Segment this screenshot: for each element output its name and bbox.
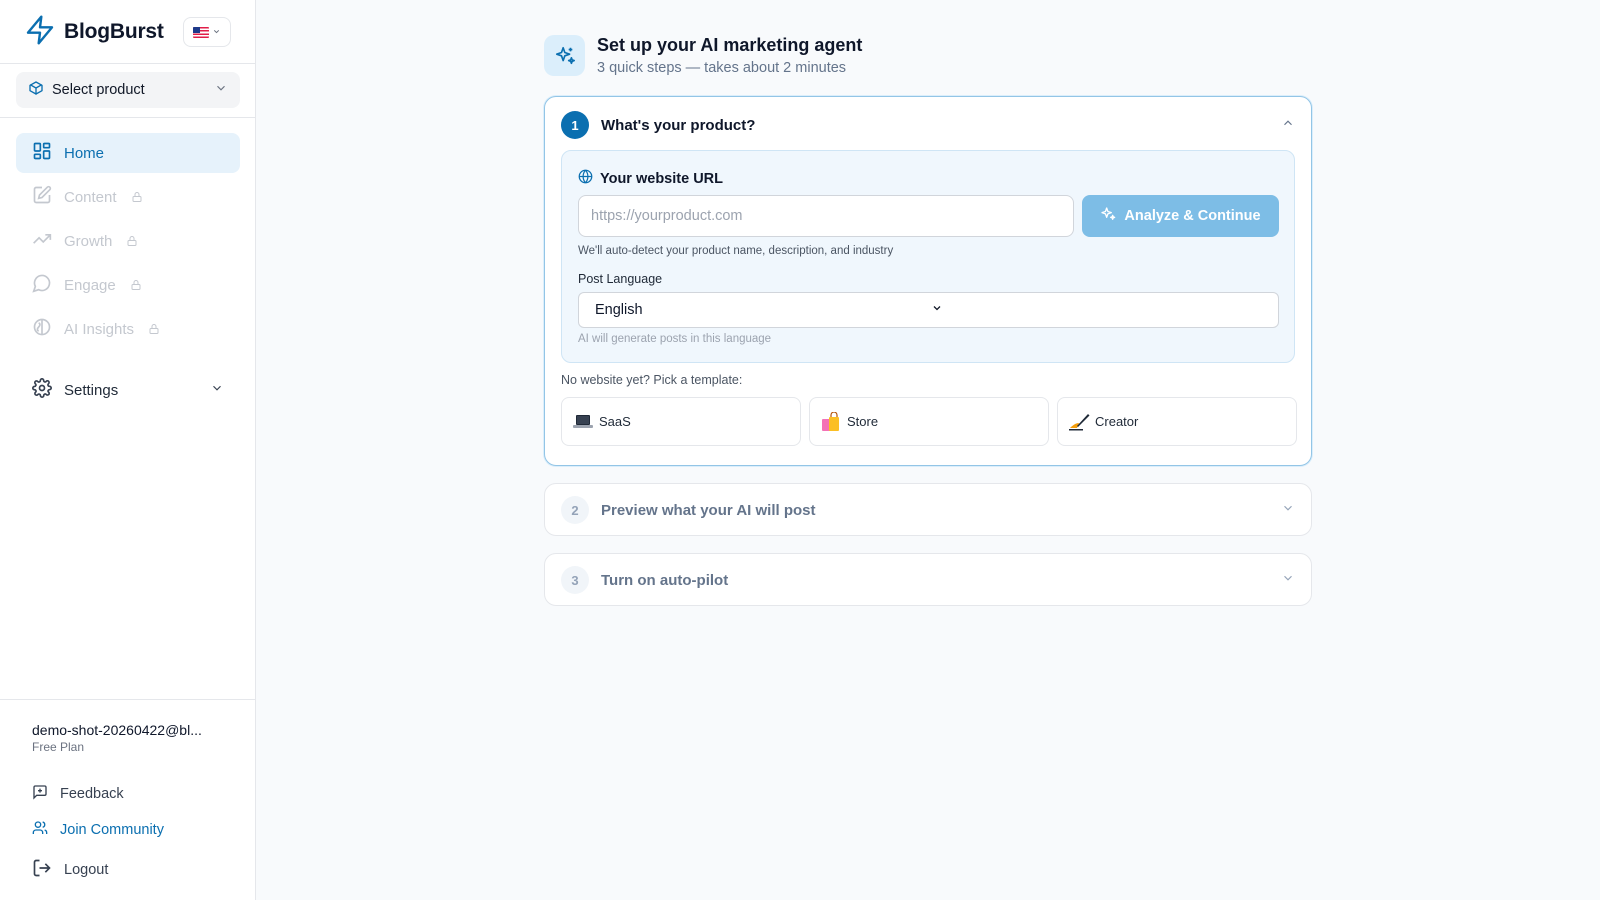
url-hint: We'll auto-detect your product name, des… <box>578 245 894 257</box>
step-title: Preview what your AI will post <box>601 501 816 519</box>
account-plan: Free Plan <box>32 740 85 754</box>
step-title: Turn on auto-pilot <box>601 571 729 589</box>
step-title: What's your product? <box>601 116 756 134</box>
logout-label: Logout <box>64 862 109 878</box>
post-language-label: Post Language <box>578 272 663 286</box>
gear-icon <box>32 378 52 402</box>
template-prompt: No website yet? Pick a template: <box>561 373 743 387</box>
lock-icon <box>148 323 160 335</box>
feedback-link[interactable]: Feedback <box>32 784 124 804</box>
sparkles-icon <box>544 35 585 76</box>
nav-label: AI Insights <box>64 320 135 338</box>
join-community-link[interactable]: Join Community <box>32 820 164 840</box>
step-2-card: 2 Preview what your AI will post <box>544 483 1312 536</box>
chevron-down-icon <box>212 23 221 41</box>
step-3-header[interactable]: 3 Turn on auto-pilot <box>561 566 1295 594</box>
us-flag-icon <box>193 26 209 38</box>
logout-button[interactable]: Logout <box>32 858 108 882</box>
template-store[interactable]: Store <box>809 397 1049 446</box>
post-language-value: English <box>595 302 643 318</box>
nav-label: Growth <box>64 232 113 250</box>
sparkles-icon <box>1100 206 1116 226</box>
step-number: 1 <box>561 111 589 139</box>
chevron-down-icon <box>214 81 228 100</box>
grid-icon <box>32 141 52 165</box>
nav-item-engage[interactable]: Engage <box>16 265 240 305</box>
feedback-icon <box>32 784 48 804</box>
step-1-card: 1 What's your product? Your website URL … <box>544 96 1312 466</box>
page-title: Set up your AI marketing agent <box>597 35 863 55</box>
page-header: Set up your AI marketing agent 3 quick s… <box>544 35 862 76</box>
users-icon <box>32 820 48 840</box>
chevron-down-icon <box>931 302 1267 318</box>
step-number: 2 <box>561 496 589 524</box>
edit-icon <box>32 185 52 209</box>
divider <box>0 117 256 118</box>
brain-icon <box>32 317 52 341</box>
template-label: Creator <box>1095 414 1139 429</box>
lock-icon <box>131 191 143 203</box>
laptop-icon <box>572 411 594 433</box>
chevron-up-icon <box>1281 116 1295 135</box>
step-2-header[interactable]: 2 Preview what your AI will post <box>561 496 1295 524</box>
language-hint: AI will generate posts in this language <box>578 333 772 345</box>
writing-hand-icon <box>1068 411 1090 433</box>
nav-label: Content <box>64 188 117 206</box>
template-label: Store <box>847 414 879 429</box>
settings-label: Settings <box>64 381 119 399</box>
step-3-card: 3 Turn on auto-pilot <box>544 553 1312 606</box>
product-select[interactable]: Select product <box>16 72 240 108</box>
nav-item-ai-insights[interactable]: AI Insights <box>16 309 240 349</box>
globe-icon <box>578 169 593 188</box>
template-creator[interactable]: Creator <box>1057 397 1297 446</box>
brand[interactable]: BlogBurst <box>24 14 164 51</box>
package-icon <box>28 80 44 101</box>
nav-item-content[interactable]: Content <box>16 177 240 217</box>
url-label-text: Your website URL <box>600 170 723 187</box>
sidebar: BlogBurst Select product Home Content Gr… <box>0 0 256 900</box>
brand-name: BlogBurst <box>64 20 164 43</box>
trending-up-icon <box>32 229 52 253</box>
website-url-input[interactable] <box>578 195 1074 237</box>
divider <box>0 699 256 700</box>
template-label: SaaS <box>599 414 631 429</box>
feedback-label: Feedback <box>60 786 124 802</box>
lock-icon <box>130 279 142 291</box>
settings-menu[interactable]: Settings <box>16 370 240 410</box>
url-panel: Your website URL Analyze & Continue We'l… <box>561 150 1295 363</box>
divider <box>0 63 256 64</box>
lightning-logo-icon <box>24 14 56 51</box>
analyze-label: Analyze & Continue <box>1124 208 1261 224</box>
nav-item-growth[interactable]: Growth <box>16 221 240 261</box>
logout-icon <box>32 858 52 882</box>
account-email: demo-shot-20260422@bl... <box>32 722 202 738</box>
nav-label: Home <box>64 144 105 162</box>
template-saas[interactable]: SaaS <box>561 397 801 446</box>
chevron-down-icon <box>1281 571 1295 590</box>
nav-item-home[interactable]: Home <box>16 133 240 173</box>
account-info: demo-shot-20260422@bl... Free Plan <box>32 722 232 754</box>
shopping-bags-icon <box>820 411 842 433</box>
step-number: 3 <box>561 566 589 594</box>
chevron-down-icon <box>210 381 224 399</box>
post-language-select[interactable]: English <box>578 292 1279 328</box>
chevron-down-icon <box>1281 501 1295 520</box>
page-subtitle: 3 quick steps — takes about 2 minutes <box>597 60 847 76</box>
nav-label: Engage <box>64 276 116 294</box>
message-circle-icon <box>32 273 52 297</box>
language-switcher[interactable] <box>183 17 231 47</box>
community-label: Join Community <box>60 822 164 838</box>
analyze-continue-button[interactable]: Analyze & Continue <box>1082 195 1279 237</box>
step-1-header[interactable]: 1 What's your product? <box>561 111 1295 139</box>
lock-icon <box>126 235 138 247</box>
product-select-label: Select product <box>52 82 145 98</box>
url-label: Your website URL <box>578 169 723 188</box>
